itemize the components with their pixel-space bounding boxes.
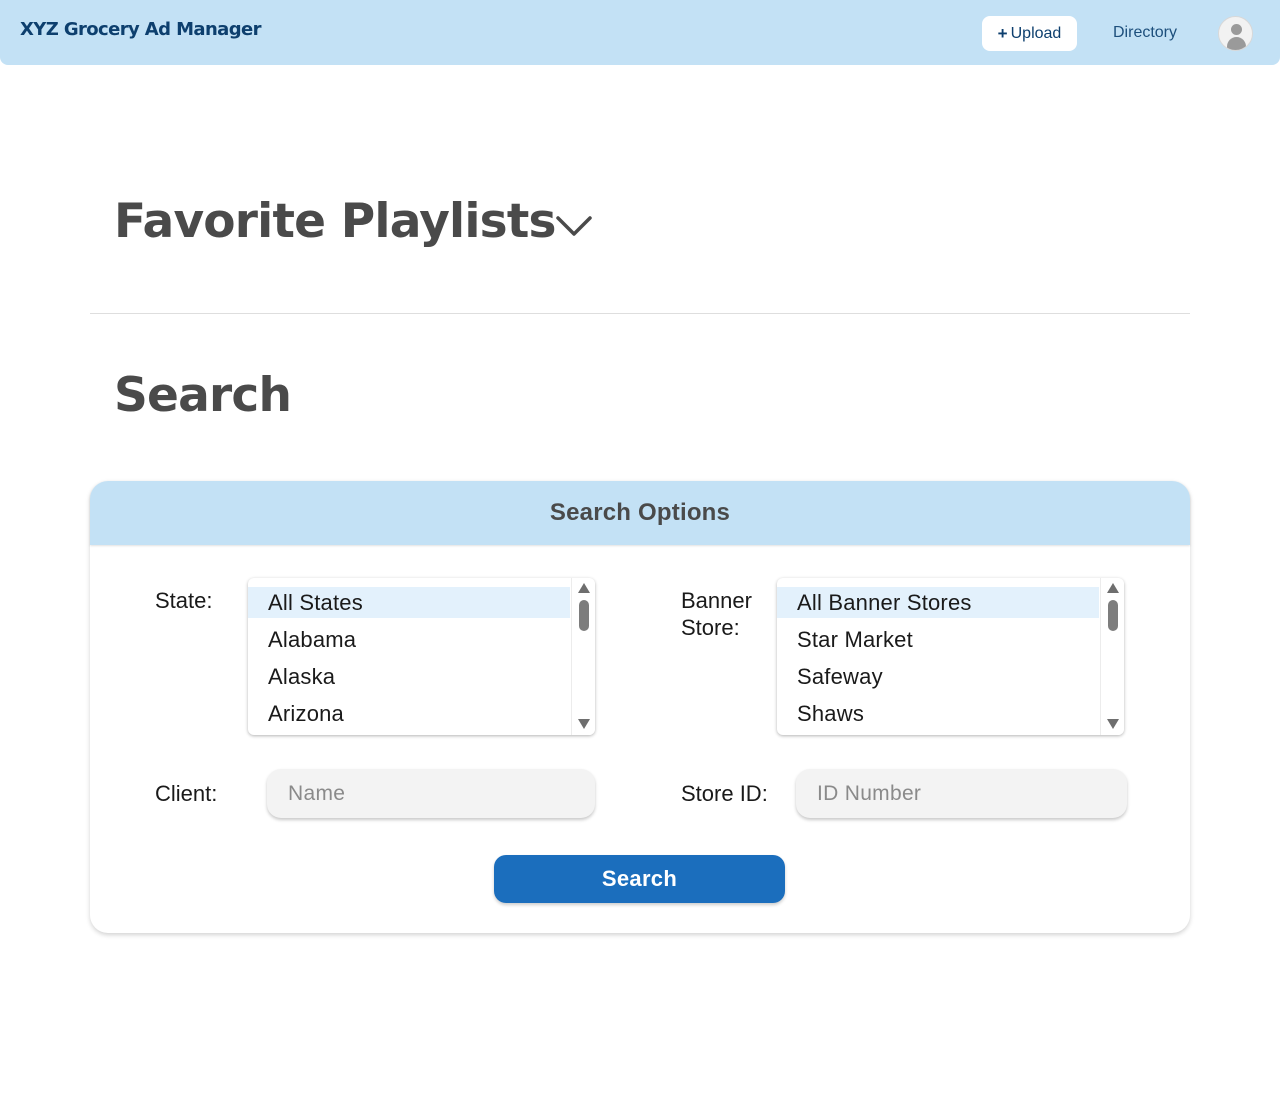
store-id-label: Store ID: xyxy=(681,781,768,806)
search-options-header: Search Options xyxy=(90,481,1190,545)
top-navigation-bar: XYZ Grocery Ad Manager + Upload Director… xyxy=(0,0,1280,65)
state-label: State: xyxy=(155,588,213,613)
banner-store-option[interactable]: Safeway xyxy=(777,661,1099,698)
chevron-down-icon[interactable] xyxy=(555,210,593,240)
banner-store-label: Banner Store: xyxy=(681,587,752,641)
user-avatar-icon[interactable] xyxy=(1218,16,1253,51)
state-scrollbar[interactable] xyxy=(571,578,595,735)
upload-button-label: Upload xyxy=(1010,24,1062,42)
client-label: Client: xyxy=(155,781,218,806)
banner-store-option[interactable]: All Banner Stores xyxy=(777,587,1099,618)
scroll-down-arrow-icon[interactable] xyxy=(578,719,590,729)
scroll-thumb[interactable] xyxy=(1108,600,1118,631)
state-options: All States Alabama Alaska Arizona xyxy=(248,587,570,735)
scroll-up-arrow-icon[interactable] xyxy=(578,583,590,593)
favorite-playlists-heading: Favorite Playlists xyxy=(114,194,557,249)
state-option[interactable]: Alabama xyxy=(248,624,570,661)
scroll-thumb[interactable] xyxy=(579,600,589,631)
client-name-input[interactable] xyxy=(267,769,595,818)
state-option[interactable]: Alaska xyxy=(248,661,570,698)
upload-button[interactable]: + Upload xyxy=(982,16,1077,51)
state-listbox[interactable]: All States Alabama Alaska Arizona xyxy=(248,578,595,735)
scroll-up-arrow-icon[interactable] xyxy=(1107,583,1119,593)
scroll-down-arrow-icon[interactable] xyxy=(1107,719,1119,729)
app-title: XYZ Grocery Ad Manager xyxy=(20,19,261,40)
banner-store-options: All Banner Stores Star Market Safeway Sh… xyxy=(777,587,1099,735)
banner-store-listbox[interactable]: All Banner Stores Star Market Safeway Sh… xyxy=(777,578,1124,735)
banner-store-option[interactable]: Shaws xyxy=(777,698,1099,735)
avatar-head-shape xyxy=(1231,24,1242,35)
banner-store-scrollbar[interactable] xyxy=(1100,578,1124,735)
avatar-body-shape xyxy=(1227,37,1246,50)
section-divider xyxy=(90,313,1190,314)
state-option[interactable]: Arizona xyxy=(248,698,570,735)
search-button[interactable]: Search xyxy=(494,855,785,903)
plus-icon: + xyxy=(997,23,1008,43)
banner-store-label-line1: Banner xyxy=(681,588,752,613)
state-option[interactable]: All States xyxy=(248,587,570,618)
search-options-panel: Search Options State: All States Alabama… xyxy=(90,481,1190,933)
search-heading: Search xyxy=(114,368,292,423)
banner-store-option[interactable]: Star Market xyxy=(777,624,1099,661)
directory-link[interactable]: Directory xyxy=(1113,24,1177,42)
banner-store-label-line2: Store: xyxy=(681,615,740,640)
store-id-input[interactable] xyxy=(796,769,1127,818)
